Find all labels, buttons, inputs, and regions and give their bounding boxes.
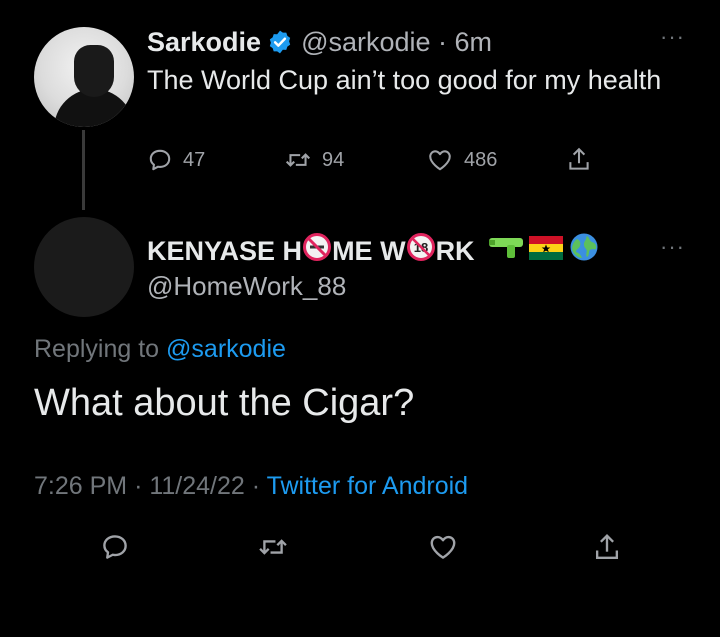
reply-action[interactable]: 47 [147,146,205,174]
globe-icon [569,232,599,269]
bottom-retweet-button[interactable] [257,532,289,564]
tweet-author-handle[interactable]: @sarkodie [301,27,430,57]
like-icon [430,535,456,559]
reply-author-handle[interactable]: @HomeWork_88 [147,270,346,302]
meta-separator: · [134,472,150,500]
replying-to-handle[interactable]: @sarkodie [166,335,286,363]
reply-name-part3: RK [435,235,475,266]
reply-date[interactable]: 11/24/22 [149,472,244,500]
retweet-icon [259,539,287,555]
reply-source[interactable]: Twitter for Android [267,472,468,500]
replying-prefix: Replying to [34,335,160,363]
reply-name-part2: ME W [332,235,406,266]
reply-text: What about the Cigar? [34,382,415,424]
replying-to: Replying to @sarkodie [34,333,286,365]
bottom-share-button[interactable] [592,532,624,564]
share-action[interactable] [566,146,602,174]
reply-icon [149,149,171,171]
tweet-author-name[interactable]: Sarkodie [147,27,261,57]
bottom-like-button[interactable] [427,532,459,564]
no-under-18-icon: 18 [406,233,435,268]
retweet-action[interactable]: 94 [284,146,344,174]
tweet-header: Sarkodie @sarkodie · 6m [147,26,492,62]
separator-dot: · [430,27,455,57]
sarkodie-avatar[interactable] [34,27,134,127]
retweet-count: 94 [322,148,345,171]
share-icon [595,534,619,560]
tweet-more-icon[interactable]: ··· [660,26,685,48]
like-action[interactable]: 486 [426,146,497,174]
ghana-flag-icon [528,235,563,267]
meta-separator: · [251,472,267,500]
reply-name-part1: KENYASE H [147,235,303,266]
retweet-icon [285,153,311,167]
like-icon [429,150,451,171]
water-pistol-icon [487,234,525,267]
thread-connector-line [82,130,85,210]
tweet-text: The World Cup ain’t too good for my heal… [147,65,662,95]
reply-author-name[interactable]: KENYASE H ME W 18 RK [147,232,599,269]
like-count: 486 [464,148,498,171]
tweet-time[interactable]: 6m [455,27,493,57]
no-smoking-icon [303,233,332,268]
reply-more-icon[interactable]: ··· [660,236,685,258]
reply-meta: 7:26 PM · 11/24/22 · Twitter for Android [34,470,468,502]
verified-icon [267,29,293,62]
reply-time[interactable]: 7:26 PM [34,472,127,500]
reply-count: 47 [183,148,206,171]
homework-avatar[interactable] [34,217,134,317]
bottom-reply-button[interactable] [100,532,132,564]
reply-icon [103,535,127,559]
avatar-head [74,45,114,97]
share-icon [569,147,589,170]
